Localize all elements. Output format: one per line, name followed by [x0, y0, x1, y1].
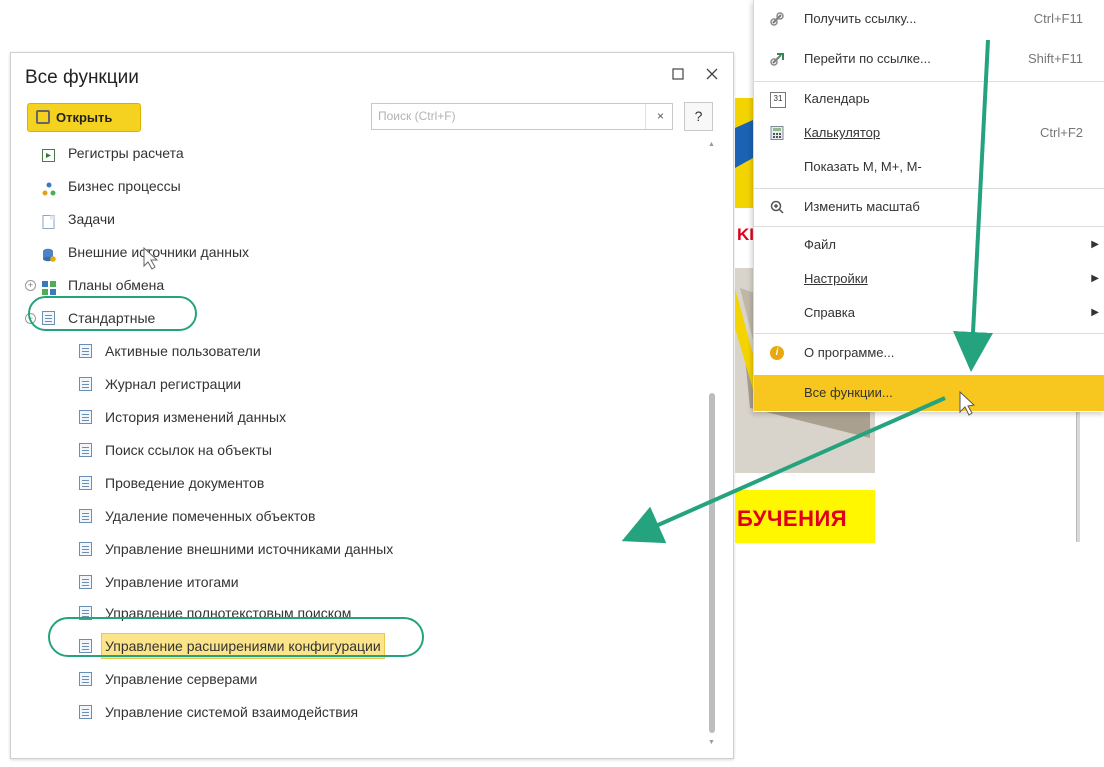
banner-text-bottom: БУЧЕНИЯ: [737, 506, 848, 531]
task-icon: [42, 212, 55, 229]
search-input[interactable]: Поиск (Ctrl+F) ×: [371, 103, 673, 130]
menu-item-zoom[interactable]: Изменить масштаб: [754, 190, 1104, 224]
submenu-arrow-icon: ▶: [1091, 307, 1099, 318]
data-processor-icon: [79, 542, 92, 556]
info-icon: i: [770, 346, 784, 360]
close-icon[interactable]: [703, 67, 721, 85]
highlight-ellipse-extensions: [48, 617, 424, 657]
menu-item-show-memory[interactable]: Показать М, М+, М-: [754, 150, 1104, 184]
data-processor-icon: [79, 672, 92, 686]
data-processor-icon: [79, 443, 92, 457]
menu-item-help[interactable]: Справка ▶: [754, 296, 1104, 330]
scroll-down-icon[interactable]: ▼: [708, 739, 715, 746]
calendar-icon: 31: [770, 92, 786, 108]
highlight-ellipse-standard: [28, 296, 197, 331]
all-functions-window: Все функции Открыть Поиск (Ctrl+F) × ? Р…: [10, 52, 734, 759]
menu-item-all-functions[interactable]: Все функции...: [754, 375, 1104, 411]
tree-item-exchange-plans[interactable]: + Планы обмена: [25, 273, 225, 297]
scroll-up-icon[interactable]: ▲: [708, 141, 715, 148]
menu-separator: [754, 188, 1104, 189]
menu-item-go-to-link[interactable]: Перейти по ссылке... Shift+F11: [754, 42, 1104, 76]
expand-icon[interactable]: +: [25, 280, 36, 291]
menu-item-about[interactable]: i О программе...: [754, 336, 1104, 370]
open-button-label: Открыть: [56, 110, 113, 125]
submenu-arrow-icon: ▶: [1091, 239, 1099, 250]
help-button[interactable]: ?: [684, 102, 713, 131]
menu-item-settings[interactable]: Настройки ▶: [754, 262, 1104, 296]
business-process-icon: [42, 179, 56, 196]
tree-scrollbar[interactable]: ▲ ▼: [708, 141, 716, 746]
data-processor-icon: [79, 509, 92, 523]
zoom-icon: [770, 200, 784, 214]
menu-item-get-link[interactable]: Получить ссылку... Ctrl+F11: [754, 2, 1104, 36]
data-processor-icon: [79, 476, 92, 490]
external-source-icon: [42, 245, 56, 262]
window-title: Все функции: [25, 67, 139, 88]
menu-item-calendar[interactable]: 31 Календарь: [754, 82, 1104, 116]
data-processor-icon: [79, 575, 92, 589]
main-menu: Получить ссылку... Ctrl+F11 Перейти по с…: [753, 0, 1104, 412]
search-separator: [645, 104, 646, 129]
menu-item-file[interactable]: Файл ▶: [754, 228, 1104, 262]
banner-text-top: KI: [737, 225, 754, 244]
clear-search-icon[interactable]: ×: [657, 109, 664, 123]
data-processor-icon: [79, 377, 92, 391]
exchange-plan-icon: [42, 278, 56, 295]
open-button[interactable]: Открыть: [27, 103, 141, 132]
calculator-icon: [770, 126, 784, 140]
search-placeholder: Поиск (Ctrl+F): [378, 109, 456, 123]
menu-separator: [754, 226, 1104, 227]
register-icon: [42, 146, 55, 162]
link-icon: [770, 12, 784, 26]
open-icon: [36, 110, 50, 124]
data-processor-icon: [79, 344, 92, 358]
background-frame: [1076, 412, 1104, 542]
menu-item-calculator[interactable]: Калькулятор Ctrl+F2: [754, 116, 1104, 150]
maximize-icon[interactable]: [669, 67, 687, 85]
function-tree: Регистры расчета Бизнес процессы Задачи …: [11, 139, 711, 749]
goto-link-icon: [770, 52, 784, 66]
scrollbar-thumb[interactable]: [709, 393, 715, 733]
data-processor-icon: [79, 705, 92, 719]
submenu-arrow-icon: ▶: [1091, 273, 1099, 284]
menu-separator: [754, 333, 1104, 334]
data-processor-icon: [79, 410, 92, 424]
